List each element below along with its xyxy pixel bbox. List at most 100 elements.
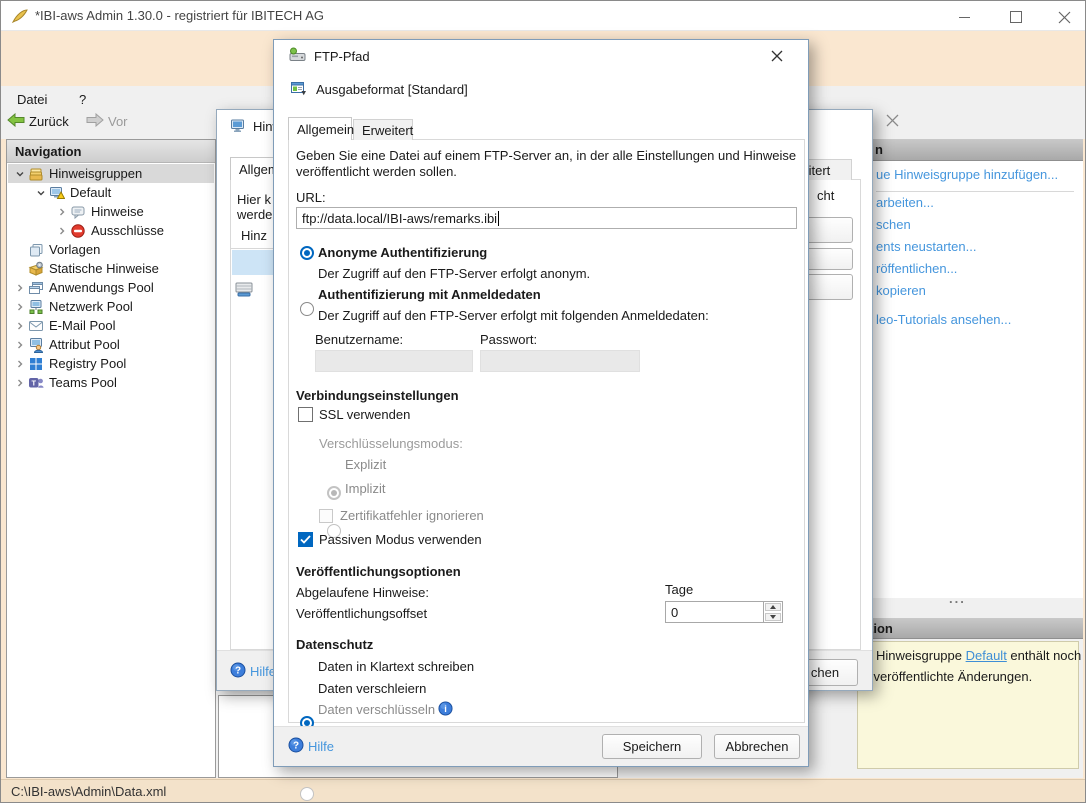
sidebar-item-e-mail-pool[interactable]: E-Mail Pool: [8, 316, 214, 335]
sidebar-item-label: Netzwerk Pool: [49, 299, 133, 314]
ssl-label[interactable]: SSL verwenden: [319, 407, 410, 422]
chevron-right-icon[interactable]: [12, 340, 27, 350]
forward-button[interactable]: Vor: [86, 111, 128, 132]
radio-anonymous-desc: Der Zugriff auf den FTP-Server erfolgt a…: [318, 266, 590, 281]
ftp-dialog-close-icon[interactable]: [770, 49, 784, 66]
cancel-button-dialog[interactable]: Abbrechen: [714, 734, 800, 759]
window-title: *IBI-aws Admin 1.30.0 - registriert für …: [35, 8, 324, 23]
sidebar-item-statische-hinweise[interactable]: Statische Hinweise: [8, 259, 214, 278]
chevron-right-icon[interactable]: [54, 226, 69, 236]
radio-anonymous[interactable]: [300, 246, 314, 260]
static-box-icon: [27, 261, 45, 277]
spinner-up-button[interactable]: [765, 603, 781, 611]
sidebar-item-vorlagen[interactable]: Vorlagen: [8, 240, 214, 259]
sidebar-item-netzwerk-pool[interactable]: Netzwerk Pool: [8, 297, 214, 316]
chevron-right-icon[interactable]: [12, 359, 27, 369]
days-label: Tage: [665, 582, 693, 597]
sidebar-item-anwendungs-pool[interactable]: Anwendungs Pool: [8, 278, 214, 297]
action-link-2[interactable]: schen: [876, 217, 911, 232]
ftp-tab-erweitert[interactable]: Erweitert: [353, 119, 413, 140]
publish-header: Veröffentlichungsoptionen: [296, 564, 461, 579]
sidebar-item-label: Hinweise: [91, 204, 144, 219]
close-button[interactable]: [1049, 7, 1079, 27]
ssl-checkbox[interactable]: [298, 407, 313, 422]
url-input[interactable]: ftp://data.local/IBI-aws/remarks.ibi: [296, 207, 797, 229]
radio-anonymous-label[interactable]: Anonyme Authentifizierung: [318, 245, 487, 260]
menu-help[interactable]: ?: [73, 90, 92, 109]
minimize-button[interactable]: [949, 7, 979, 27]
chevron-right-icon[interactable]: [12, 378, 27, 388]
action-link-4[interactable]: röffentlichen...: [876, 261, 957, 276]
radio-plaintext-label[interactable]: Daten in Klartext schreiben: [318, 659, 474, 674]
maximize-button[interactable]: [1001, 7, 1031, 27]
status-path: C:\IBI-aws\Admin\Data.xml: [11, 784, 166, 799]
ftp-help-link[interactable]: Hilfe: [308, 739, 334, 754]
chevron-right-icon[interactable]: [12, 302, 27, 312]
sidebar-item-teams-pool[interactable]: TTeams Pool: [8, 373, 214, 392]
sidebar-item-default[interactable]: Default: [8, 183, 214, 202]
menu-datei[interactable]: Datei: [11, 90, 53, 109]
sidebar-item-hinweise[interactable]: Hinweise: [8, 202, 214, 221]
action-link-1[interactable]: arbeiten...: [876, 195, 934, 210]
sidebar-item-ausschl-sse[interactable]: Ausschlüsse: [8, 221, 214, 240]
chevron-down-icon[interactable]: [12, 169, 27, 179]
radio-obfuscate-label[interactable]: Daten verschleiern: [318, 681, 426, 696]
action-link-3[interactable]: ents neustarten...: [876, 239, 976, 254]
chevron-right-icon[interactable]: [54, 207, 69, 217]
background-help-icon[interactable]: ?: [230, 662, 246, 681]
block-icon: [69, 223, 87, 239]
sidebar-item-label: Teams Pool: [49, 375, 117, 390]
action-link-5[interactable]: kopieren: [876, 283, 926, 298]
ftp-dialog-title: FTP-Pfad: [314, 49, 370, 64]
spinner-down-button[interactable]: [765, 613, 781, 621]
sidebar-item-label: Hinweisgruppen: [49, 166, 142, 181]
background-list-header: Hinz: [241, 228, 267, 243]
sidebar-item-label: Default: [70, 185, 111, 200]
view-close-icon[interactable]: [885, 113, 900, 131]
offset-label: Veröffentlichungsoffset: [296, 606, 427, 621]
action-link-6[interactable]: leo-Tutorials ansehen...: [876, 312, 1011, 327]
chevron-right-icon[interactable]: [12, 321, 27, 331]
svg-text:i: i: [444, 704, 447, 714]
sidebar-item-registry-pool[interactable]: Registry Pool: [8, 354, 214, 373]
radio-encrypt-label: Daten verschlüsseln: [318, 702, 435, 717]
back-label: Zurück: [29, 114, 69, 129]
offset-spinner[interactable]: 0: [665, 601, 783, 623]
passive-mode-checkbox[interactable]: [298, 532, 313, 547]
radio-implicit-label: Implizit: [345, 481, 385, 496]
sidebar-item-hinweisgruppen[interactable]: Hinweisgruppen: [8, 164, 214, 183]
username-input[interactable]: [315, 350, 473, 372]
splitter-handle[interactable]: ...: [949, 591, 966, 606]
status-bar: C:\IBI-aws\Admin\Data.xml: [1, 779, 1085, 802]
info-icon[interactable]: i: [438, 701, 453, 719]
mail-icon: [27, 318, 45, 334]
sidebar-item-label: Statische Hinweise: [49, 261, 159, 276]
background-text-line2: werde: [237, 207, 272, 222]
back-button[interactable]: Zurück: [7, 111, 69, 132]
sidebar-item-label: Vorlagen: [49, 242, 100, 257]
action-link-0[interactable]: ue Hinweisgruppe hinzufügen...: [876, 167, 1058, 182]
ftp-dialog-icon: [288, 47, 307, 66]
ftp-help-icon[interactable]: ?: [288, 737, 304, 756]
radio-explicit: [327, 486, 341, 500]
password-input[interactable]: [480, 350, 640, 372]
ftp-dialog-subtitle: Ausgabeformat [Standard]: [316, 82, 468, 97]
offset-value[interactable]: 0: [666, 602, 763, 622]
save-button[interactable]: Speichern: [602, 734, 702, 759]
info-line2: ht veröffentlichte Änderungen.: [859, 669, 1032, 684]
default-link[interactable]: Default: [966, 648, 1007, 663]
ftp-tab-allgemein[interactable]: Allgemein: [288, 117, 352, 140]
radio-credentials[interactable]: [300, 302, 314, 316]
passive-mode-label[interactable]: Passiven Modus verwenden: [319, 532, 482, 547]
server-drive-icon: [234, 280, 254, 301]
info-line1: Hinweisgruppe Default enthält noch: [876, 648, 1081, 663]
actions-separator: [876, 191, 1074, 192]
speech-bubble-icon: [69, 204, 87, 220]
connection-header: Verbindungseinstellungen: [296, 388, 459, 403]
radio-credentials-label[interactable]: Authentifizierung mit Anmeldedaten: [318, 287, 541, 302]
sidebar-item-attribut-pool[interactable]: Attribut Pool: [8, 335, 214, 354]
ftp-description-line1: Geben Sie eine Datei auf einem FTP-Serve…: [296, 148, 796, 163]
chevron-right-icon[interactable]: [12, 283, 27, 293]
chevron-down-icon[interactable]: [33, 188, 48, 198]
background-text-line1: Hier k: [237, 192, 271, 207]
